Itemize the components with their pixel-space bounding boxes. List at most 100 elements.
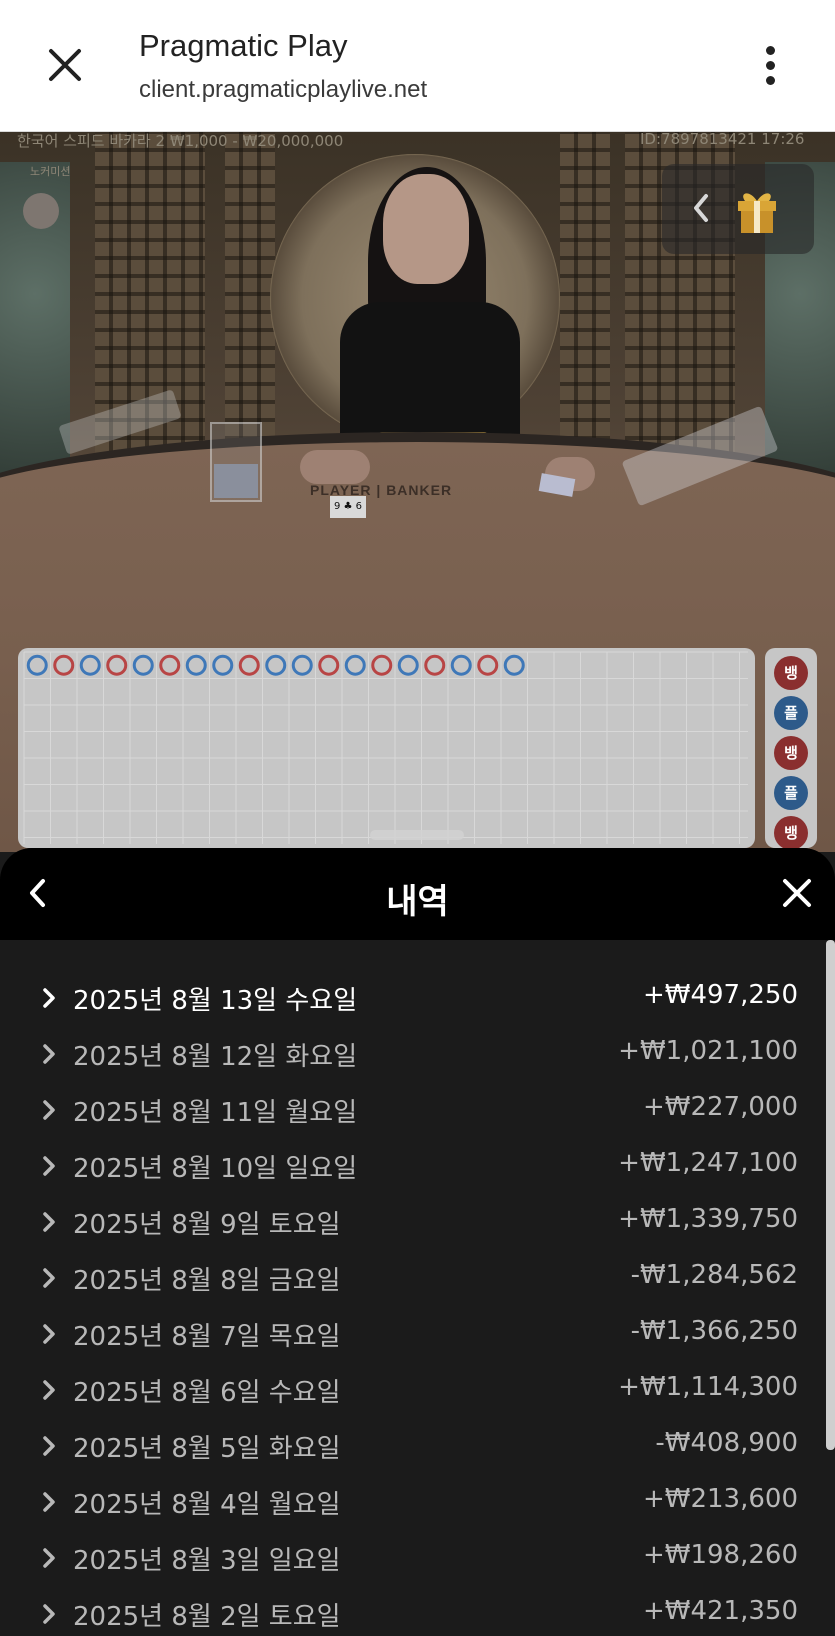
road-bead [265, 654, 287, 676]
history-row[interactable]: 2025년 8월 13일 수요일 +₩497,250 [0, 970, 826, 1026]
history-amount: -₩408,900 [655, 1428, 798, 1458]
dealer-hand-left [300, 450, 370, 484]
round-info: ID:7897813421 17:26 [640, 130, 805, 148]
road-bead [424, 654, 446, 676]
history-row[interactable]: 2025년 8월 3일 일요일 +₩198,260 [0, 1530, 826, 1586]
chevron-right-icon [43, 1548, 55, 1568]
chevron-right-icon [43, 1380, 55, 1400]
history-row[interactable]: 2025년 8월 11일 월요일 +₩227,000 [0, 1082, 826, 1138]
road-bead [318, 654, 340, 676]
history-amount: +₩198,260 [642, 1540, 798, 1570]
menu-dot [765, 75, 775, 85]
close-icon [49, 49, 81, 81]
sheet-header: 내역 [0, 848, 835, 940]
chevron-right-icon [43, 1436, 55, 1456]
history-date: 2025년 8월 5일 화요일 [73, 1434, 341, 1464]
history-amount: -₩1,366,250 [630, 1316, 798, 1346]
commission-label: 노커미션 [30, 165, 71, 178]
close-icon [783, 879, 811, 907]
road-bead [185, 654, 207, 676]
sheet-title: 내역 [386, 882, 449, 922]
chevron-right-icon [43, 1492, 55, 1512]
roadmap-grid [23, 651, 748, 844]
history-amount: +₩421,350 [642, 1596, 798, 1626]
road-bead [344, 654, 366, 676]
road-bead [503, 654, 525, 676]
dealt-card: 9 ♣ 6 [330, 496, 366, 518]
road-bead [371, 654, 393, 676]
side-result-badge: 뱅 [774, 736, 808, 770]
history-date: 2025년 8월 2일 토요일 [73, 1602, 341, 1632]
road-bead [159, 654, 181, 676]
browser-close-button[interactable] [40, 40, 90, 90]
history-row[interactable]: 2025년 8월 10일 일요일 +₩1,247,100 [0, 1138, 826, 1194]
history-amount: +₩227,000 [642, 1092, 798, 1122]
history-date: 2025년 8월 7일 목요일 [73, 1322, 341, 1352]
bead-road-map[interactable] [18, 648, 755, 848]
history-date: 2025년 8월 6일 수요일 [73, 1378, 341, 1408]
chevron-right-icon [43, 1268, 55, 1288]
browser-url: client.pragmaticplaylive.net [139, 76, 428, 103]
table-info: 한국어 스피드 바카라 2 ₩1,000 - ₩20,000,000 [17, 132, 344, 150]
browser-menu-button[interactable] [755, 40, 785, 90]
side-result-badge: 플 [774, 696, 808, 730]
history-row[interactable]: 2025년 8월 8일 금요일 -₩1,284,562 [0, 1250, 826, 1306]
history-amount: +₩1,247,100 [618, 1148, 798, 1178]
wall-lattice-left-2 [225, 132, 275, 472]
history-amount: +₩1,021,100 [618, 1036, 798, 1066]
road-bead [106, 654, 128, 676]
history-date: 2025년 8월 11일 월요일 [73, 1098, 358, 1128]
road-bead [477, 654, 499, 676]
road-bead [397, 654, 419, 676]
more-vertical-icon [765, 45, 775, 55]
history-sheet: 내역 2025년 8월 13일 수요일 +₩497,250 2025년 8월 12일… [0, 848, 835, 1636]
history-date: 2025년 8월 13일 수요일 [73, 986, 358, 1016]
road-bead [53, 654, 75, 676]
history-row[interactable]: 2025년 8월 2일 토요일 +₩421,350 [0, 1586, 826, 1636]
history-row[interactable]: 2025년 8월 6일 수요일 +₩1,114,300 [0, 1362, 826, 1418]
side-result-badge: 뱅 [774, 816, 808, 848]
history-date: 2025년 8월 3일 일요일 [73, 1546, 341, 1576]
history-row[interactable]: 2025년 8월 4일 월요일 +₩213,600 [0, 1474, 826, 1530]
road-bead [291, 654, 313, 676]
side-result-badge: 뱅 [774, 656, 808, 690]
road-bead [450, 654, 472, 676]
chevron-left-icon[interactable] [686, 188, 716, 228]
chevron-right-icon [43, 1044, 55, 1064]
chevron-right-icon [43, 1100, 55, 1120]
history-date: 2025년 8월 12일 화요일 [73, 1042, 358, 1072]
history-date: 2025년 8월 8일 금요일 [73, 1266, 341, 1296]
gift-icon[interactable] [735, 185, 779, 235]
road-bead [212, 654, 234, 676]
history-row[interactable]: 2025년 8월 12일 화요일 +₩1,021,100 [0, 1026, 826, 1082]
history-row[interactable]: 2025년 8월 9일 토요일 +₩1,339,750 [0, 1194, 826, 1250]
close-button[interactable] [774, 868, 820, 918]
side-result-column: 뱅플뱅플뱅 [765, 648, 817, 848]
side-result-badge: 플 [774, 776, 808, 810]
chevron-right-icon [43, 1324, 55, 1344]
chevron-right-icon [43, 1212, 55, 1232]
chevron-right-icon [43, 1604, 55, 1624]
history-amount: +₩1,114,300 [618, 1372, 798, 1402]
wall-lattice-right-2 [560, 132, 610, 472]
pager-indicator[interactable] [370, 830, 464, 840]
history-row[interactable]: 2025년 8월 7일 목요일 -₩1,366,250 [0, 1306, 826, 1362]
dealer-face [383, 174, 469, 284]
browser-header: Pragmatic Play client.pragmaticplaylive.… [0, 0, 835, 132]
road-bead [79, 654, 101, 676]
road-bead [238, 654, 260, 676]
chevron-right-icon [43, 1156, 55, 1176]
chevron-right-icon [43, 988, 55, 1008]
history-date: 2025년 8월 9일 토요일 [73, 1210, 341, 1240]
history-date: 2025년 8월 4일 월요일 [73, 1490, 341, 1520]
history-amount: +₩497,250 [642, 980, 798, 1010]
scrollbar[interactable] [826, 940, 835, 1450]
road-bead [132, 654, 154, 676]
history-amount: -₩1,284,562 [630, 1260, 798, 1290]
history-row[interactable]: 2025년 8월 5일 화요일 -₩408,900 [0, 1418, 826, 1474]
avatar[interactable] [23, 193, 59, 229]
menu-dot [765, 60, 775, 70]
browser-page-title: Pragmatic Play [139, 28, 348, 63]
road-bead [26, 654, 48, 676]
card-deck [214, 464, 258, 498]
